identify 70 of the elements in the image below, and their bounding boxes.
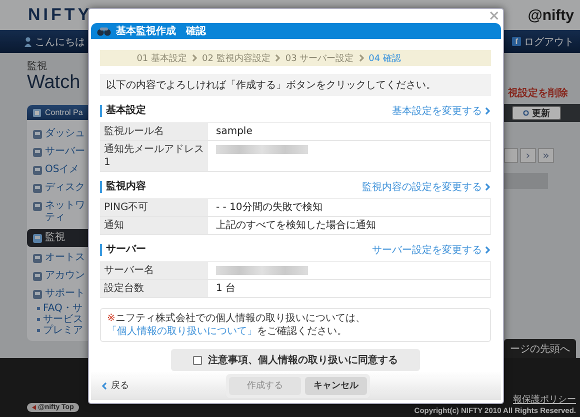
logout-link[interactable]: ログアウト (512, 34, 574, 48)
tile-icon (33, 254, 42, 263)
tile-icon (33, 234, 42, 243)
chevron-icon (274, 54, 282, 62)
section-heading: サーバー (100, 244, 146, 256)
field-label: PING不可 (100, 199, 208, 216)
triangle-icon (32, 405, 36, 410)
tile-icon (33, 184, 42, 193)
notice-text: ※ニフティ株式会社での個人情報の取り扱いについては、 「個人情報の取り扱いについて」をご確認ください。 (107, 312, 366, 338)
field-value: - - 10分間の失敗で検知 (216, 201, 322, 214)
step-label: 02 監視内容設定 (202, 52, 270, 65)
chevron-icon (484, 107, 491, 116)
panel-icon (33, 108, 41, 116)
instruction-text: 以下の内容でよろしければ「作成する」ボタンをクリックしてください。 (100, 74, 491, 96)
pager-button[interactable]: » (538, 148, 554, 163)
policy-link[interactable]: 報保護ポリシー (513, 393, 576, 406)
field-label: 通知 (100, 217, 208, 234)
binoculars-icon (97, 26, 111, 36)
chevron-icon (484, 246, 491, 254)
back-link[interactable]: 戻る (101, 379, 129, 392)
bullet-icon (37, 318, 40, 321)
edit-link[interactable]: 監視内容の設定を変更する (362, 180, 491, 194)
field-value: 1 台 (216, 282, 236, 296)
privacy-link[interactable]: 「個人情報の取り扱いについて」 (107, 326, 257, 338)
chevron-icon (484, 183, 491, 192)
sidebar-link[interactable]: FAQ・サ (43, 303, 82, 314)
field-label: 設定台数 (100, 280, 208, 298)
step-label: 03 サーバー設定 (285, 52, 354, 65)
chevron-icon (191, 54, 198, 62)
section-heading: 基本設定 (100, 105, 146, 118)
refresh-button[interactable]: 更新 (512, 106, 561, 120)
page-title: Watch (27, 73, 80, 93)
person-icon (24, 36, 32, 46)
table-header (504, 173, 548, 189)
bullet-icon (37, 329, 40, 332)
close-button[interactable]: × (488, 10, 500, 22)
step-label: 01 基本設定 (136, 52, 188, 65)
field-value: 上記のすべてを検知した場合に通知 (216, 219, 376, 232)
section-label: 監視 (27, 60, 48, 73)
tile-icon (33, 290, 42, 299)
delete-link[interactable]: 視設定を削除 (504, 86, 580, 100)
edit-link[interactable]: 基本設定を変更する (392, 104, 491, 118)
panel-title: Control Pa (45, 108, 83, 117)
bullet-icon (37, 307, 40, 310)
page-top-tab[interactable]: ージの先頭へ (504, 339, 576, 358)
cancel-button[interactable]: キャンセル (305, 376, 367, 395)
tile-icon (33, 148, 42, 157)
field-label: 監視ルール名 (100, 123, 208, 140)
chevron-icon (101, 382, 108, 390)
site-logo[interactable]: NIFTY (28, 5, 92, 25)
section-heading: 監視内容 (100, 181, 146, 194)
dialog-title: 基本監視作成 確認 (116, 24, 206, 38)
tile-icon (33, 130, 42, 139)
chevron-icon (358, 54, 365, 62)
field-label: サーバー名 (100, 262, 208, 280)
tile-icon (33, 202, 42, 211)
edit-link[interactable]: サーバー設定を変更する (372, 243, 491, 258)
tile-icon (33, 272, 42, 281)
step-label: 04 確認 (368, 52, 401, 65)
greeting-text: こんにちは (35, 36, 85, 48)
circle-icon (523, 110, 529, 116)
sidebar-link[interactable]: サービス (43, 314, 83, 325)
pager-button[interactable]: › (520, 148, 536, 163)
agree-button[interactable]: 注意事項、個人情報の取り扱いに同意する (171, 349, 420, 372)
brand-logo[interactable]: @nifty (528, 6, 574, 24)
checkbox[interactable] (193, 356, 202, 365)
tile-icon (33, 166, 42, 175)
field-value: sample (216, 125, 252, 138)
sidebar-link[interactable]: プレミア (43, 325, 83, 336)
field-label: 通知先メールアドレス1 (100, 141, 208, 172)
